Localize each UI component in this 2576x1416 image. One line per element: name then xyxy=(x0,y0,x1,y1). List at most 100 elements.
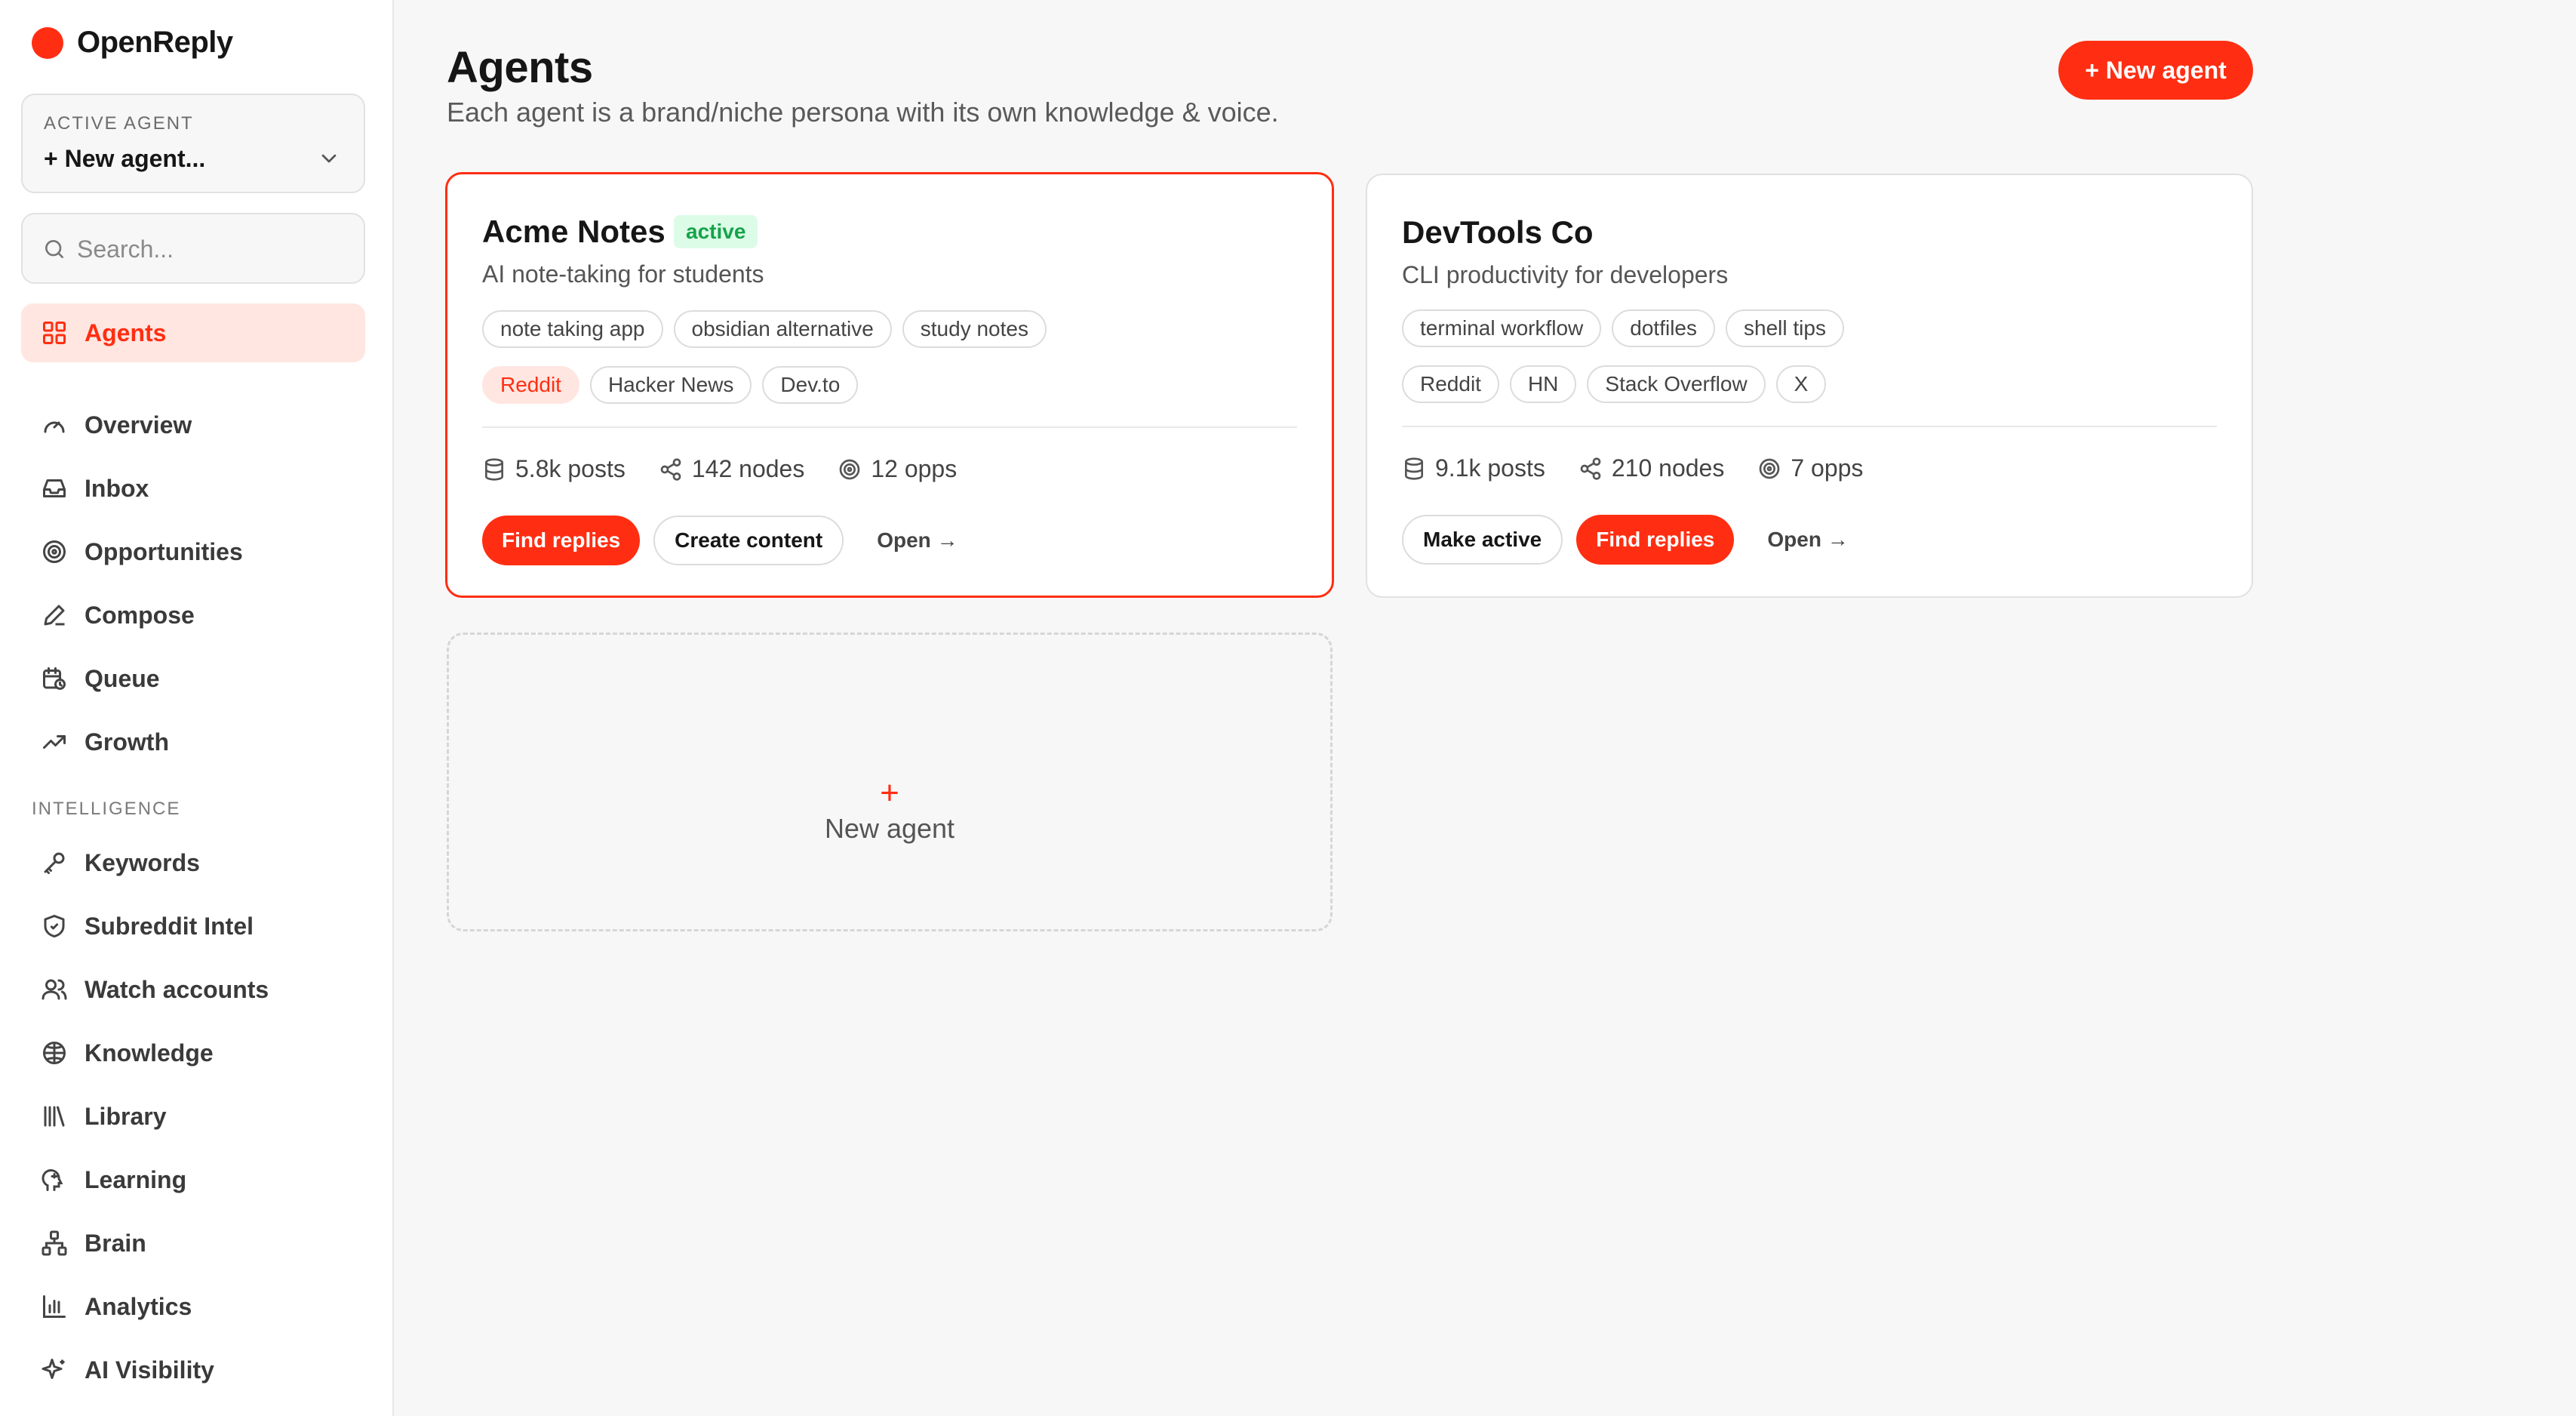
sidebar-item-agents[interactable]: Agents xyxy=(21,303,365,362)
platform-chip[interactable]: Hacker News xyxy=(589,366,752,404)
new-agent-card-label: New agent xyxy=(824,813,955,844)
new-agent-button[interactable]: + New agent xyxy=(2058,41,2253,100)
grid-icon xyxy=(43,322,66,344)
sidebar-item-label: Brain xyxy=(85,1229,146,1257)
plus-icon: + xyxy=(880,774,899,811)
keyword-chip[interactable]: note taking app xyxy=(482,310,663,348)
page-title: Agents xyxy=(447,43,593,92)
platform-chips: Reddit Hacker News Dev.to xyxy=(482,366,859,404)
status-badge: active xyxy=(674,215,758,248)
sidebar-item-overview[interactable]: Overview xyxy=(21,396,365,454)
sidebar-item-opportunities[interactable]: Opportunities xyxy=(21,522,365,581)
share-nodes-icon xyxy=(1580,457,1601,480)
database-icon xyxy=(1405,457,1423,480)
sidebar-item-label: Subreddit Intel xyxy=(85,912,254,940)
nodes-stat: 210 nodes xyxy=(1578,454,1724,482)
sidebar-item-label: Inbox xyxy=(85,474,149,502)
nodes-stat: 142 nodes xyxy=(659,455,804,483)
open-link[interactable]: Open → xyxy=(857,516,977,565)
card-divider xyxy=(1402,426,2217,427)
agent-stats: 9.1k posts 210 nodes 7 opps xyxy=(1402,454,1896,482)
sidebar-item-label: Learning xyxy=(85,1165,187,1193)
sidebar-item-label: AI Visibility xyxy=(85,1356,214,1384)
sidebar-item-label: Queue xyxy=(85,664,160,692)
posts-stat: 9.1k posts xyxy=(1402,454,1545,482)
brand[interactable]: OpenReply xyxy=(32,26,233,60)
platform-chip[interactable]: Reddit xyxy=(1402,365,1499,403)
sidebar-item-brain[interactable]: Brain xyxy=(21,1214,365,1273)
pencil-icon xyxy=(44,605,65,626)
platform-chip[interactable]: Dev.to xyxy=(762,366,859,404)
keyword-chip[interactable]: study notes xyxy=(902,310,1047,348)
create-content-button[interactable]: Create content xyxy=(653,516,844,565)
sidebar-item-library[interactable]: Library xyxy=(21,1087,365,1146)
sidebar-item-compose[interactable]: Compose xyxy=(21,586,365,645)
keyword-chip[interactable]: obsidian alternative xyxy=(673,310,892,348)
search-box xyxy=(21,213,365,284)
keyword-chip[interactable]: terminal workflow xyxy=(1402,309,1602,347)
head-icon xyxy=(41,1169,63,1191)
keyword-chips: terminal workflow dotfiles shell tips xyxy=(1402,309,1844,347)
chevron-down-icon xyxy=(321,154,337,163)
brand-name: OpenReply xyxy=(77,26,233,59)
sidebar-item-ai-visibility[interactable]: AI Visibility xyxy=(21,1341,365,1399)
opps-stat: 7 opps xyxy=(1757,454,1863,482)
find-replies-button[interactable]: Find replies xyxy=(482,516,641,565)
opps-count: 12 opps xyxy=(871,455,958,482)
sidebar-item-label: Analytics xyxy=(85,1292,192,1320)
find-replies-button[interactable]: Find replies xyxy=(1576,515,1735,565)
calendar-clock-icon xyxy=(43,667,66,690)
sidebar-item-label: Watch accounts xyxy=(85,975,269,1003)
target-icon xyxy=(839,459,860,479)
platform-chip[interactable]: Reddit xyxy=(482,366,579,404)
opps-stat: 12 opps xyxy=(838,455,957,483)
sidebar-item-keywords[interactable]: Keywords xyxy=(21,833,365,892)
active-agent-select[interactable]: ACTIVE AGENT + New agent... xyxy=(21,94,365,193)
sidebar-item-label: Knowledge xyxy=(85,1039,214,1067)
open-link[interactable]: Open → xyxy=(1748,515,1867,565)
brand-logo-icon xyxy=(32,26,63,59)
sparkles-icon xyxy=(41,1359,65,1379)
sidebar-item-queue[interactable]: Queue xyxy=(21,649,365,708)
agent-card-acme-notes[interactable]: Acme Notes active AI note-taking for stu… xyxy=(445,172,1334,598)
agent-stats: 5.8k posts 142 nodes 12 opps xyxy=(482,455,990,483)
brain-icon xyxy=(43,1042,66,1064)
shield-icon xyxy=(44,915,65,937)
search-icon xyxy=(45,240,63,258)
keyword-chip[interactable]: dotfiles xyxy=(1612,309,1715,347)
keyword-chip[interactable]: shell tips xyxy=(1726,309,1844,347)
trending-up-icon xyxy=(43,735,66,749)
sidebar-item-subreddit-intel[interactable]: Subreddit Intel xyxy=(21,897,365,956)
sidebar-item-analytics[interactable]: Analytics xyxy=(21,1277,365,1336)
new-agent-card[interactable]: + New agent xyxy=(447,633,1333,931)
bar-chart-icon xyxy=(43,1295,66,1318)
posts-count: 9.1k posts xyxy=(1435,454,1545,482)
keyword-chips: note taking app obsidian alternative stu… xyxy=(482,310,1047,348)
sidebar-item-growth[interactable]: Growth xyxy=(21,713,365,771)
gauge-icon xyxy=(44,421,65,433)
nodes-count: 210 nodes xyxy=(1611,454,1725,482)
agent-description: AI note-taking for students xyxy=(482,260,764,288)
agent-name: DevTools Co xyxy=(1402,214,1594,250)
share-nodes-icon xyxy=(660,457,681,481)
platform-chip[interactable]: Stack Overflow xyxy=(1587,365,1766,403)
platform-chip[interactable]: HN xyxy=(1509,365,1577,403)
nodes-count: 142 nodes xyxy=(691,455,805,482)
active-agent-value: + New agent... xyxy=(44,145,206,172)
key-icon xyxy=(44,852,65,874)
sidebar-item-label: Overview xyxy=(85,411,192,439)
posts-count: 5.8k posts xyxy=(515,455,626,482)
sidebar-item-label: Agents xyxy=(85,319,167,346)
agent-description: CLI productivity for developers xyxy=(1402,261,1729,288)
sidebar-item-label: Compose xyxy=(85,601,195,629)
agent-card-devtools-co[interactable]: DevTools Co CLI productivity for develop… xyxy=(1366,174,2253,598)
make-active-button[interactable]: Make active xyxy=(1402,515,1563,565)
search-input[interactable] xyxy=(77,231,349,267)
sidebar-item-inbox[interactable]: Inbox xyxy=(21,459,365,518)
section-label-intelligence: INTELLIGENCE xyxy=(32,799,181,819)
sidebar-item-watch-accounts[interactable]: Watch accounts xyxy=(21,960,365,1019)
platform-chip[interactable]: X xyxy=(1775,365,1827,403)
agent-name: Acme Notes xyxy=(482,214,666,249)
sidebar-item-knowledge[interactable]: Knowledge xyxy=(21,1024,365,1082)
sidebar-item-learning[interactable]: Learning xyxy=(21,1150,365,1209)
